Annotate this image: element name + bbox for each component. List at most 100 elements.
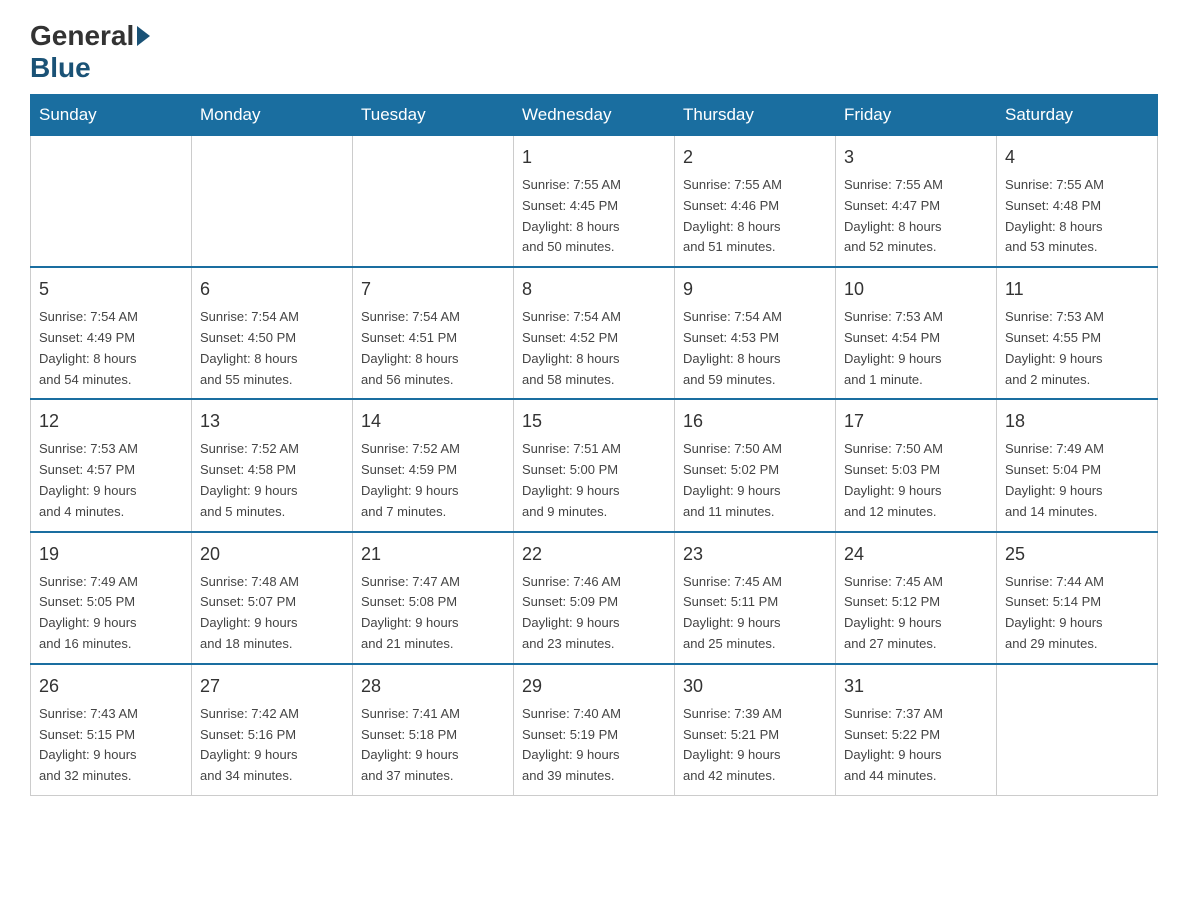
day-info: Sunrise: 7:55 AM Sunset: 4:47 PM Dayligh…	[844, 175, 988, 258]
day-number: 5	[39, 276, 183, 303]
day-number: 14	[361, 408, 505, 435]
calendar-cell: 25Sunrise: 7:44 AM Sunset: 5:14 PM Dayli…	[997, 532, 1158, 664]
day-number: 19	[39, 541, 183, 568]
day-number: 2	[683, 144, 827, 171]
week-row-5: 26Sunrise: 7:43 AM Sunset: 5:15 PM Dayli…	[31, 664, 1158, 796]
calendar-cell: 22 Sunrise: 7:46 AM Sunset: 5:09 PM Dayli…	[514, 532, 675, 664]
logo-triangle-icon	[137, 26, 150, 46]
page-header: General Blue	[30, 20, 1158, 84]
day-info: Sunrise: 7:46 AM Sunset: 5:09 PM Dayligh…	[522, 572, 666, 655]
day-number: 27	[200, 673, 344, 700]
calendar-cell: 31 Sunrise: 7:37 AM Sunset: 5:22 PM Dayli…	[836, 664, 997, 796]
weekday-header-thursday: Thursday	[675, 95, 836, 136]
day-number: 22	[522, 541, 666, 568]
calendar-cell: 15Sunrise: 7:51 AM Sunset: 5:00 PM Dayli…	[514, 399, 675, 531]
day-info: Sunrise: 7:40 AM Sunset: 5:19 PM Dayligh…	[522, 704, 666, 787]
day-info: Sunrise: 7:39 AM Sunset: 5:21 PM Dayligh…	[683, 704, 827, 787]
calendar-cell	[353, 136, 514, 268]
calendar-cell: 6 Sunrise: 7:54 AM Sunset: 4:50 PM Daylig…	[192, 267, 353, 399]
calendar-cell: 1 Sunrise: 7:55 AM Sunset: 4:45 PM Daylig…	[514, 136, 675, 268]
day-info: Sunrise: 7:54 AM Sunset: 4:52 PM Dayligh…	[522, 307, 666, 390]
calendar-cell: 12 Sunrise: 7:53 AM Sunset: 4:57 PM Dayli…	[31, 399, 192, 531]
weekday-header-friday: Friday	[836, 95, 997, 136]
calendar-cell: 2 Sunrise: 7:55 AM Sunset: 4:46 PM Daylig…	[675, 136, 836, 268]
calendar-cell: 13 Sunrise: 7:52 AM Sunset: 4:58 PM Dayli…	[192, 399, 353, 531]
day-number: 10	[844, 276, 988, 303]
calendar-cell: 30 Sunrise: 7:39 AM Sunset: 5:21 PM Dayli…	[675, 664, 836, 796]
day-number: 21	[361, 541, 505, 568]
calendar-cell: 27 Sunrise: 7:42 AM Sunset: 5:16 PM Dayli…	[192, 664, 353, 796]
calendar-cell: 21 Sunrise: 7:47 AM Sunset: 5:08 PM Dayli…	[353, 532, 514, 664]
week-row-3: 12 Sunrise: 7:53 AM Sunset: 4:57 PM Dayli…	[31, 399, 1158, 531]
day-info: Sunrise: 7:45 AM Sunset: 5:12 PM Dayligh…	[844, 572, 988, 655]
calendar-cell: 5 Sunrise: 7:54 AM Sunset: 4:49 PM Daylig…	[31, 267, 192, 399]
calendar-cell: 4 Sunrise: 7:55 AM Sunset: 4:48 PM Daylig…	[997, 136, 1158, 268]
weekday-header-sunday: Sunday	[31, 95, 192, 136]
calendar-cell: 19 Sunrise: 7:49 AM Sunset: 5:05 PM Dayli…	[31, 532, 192, 664]
day-number: 13	[200, 408, 344, 435]
day-info: Sunrise: 7:49 AM Sunset: 5:04 PM Dayligh…	[1005, 439, 1149, 522]
calendar-table: SundayMondayTuesdayWednesdayThursdayFrid…	[30, 94, 1158, 796]
day-number: 30	[683, 673, 827, 700]
day-number: 17	[844, 408, 988, 435]
weekday-header-saturday: Saturday	[997, 95, 1158, 136]
day-info: Sunrise: 7:54 AM Sunset: 4:51 PM Dayligh…	[361, 307, 505, 390]
calendar-cell	[192, 136, 353, 268]
calendar-cell	[31, 136, 192, 268]
day-number: 18	[1005, 408, 1149, 435]
day-info: Sunrise: 7:53 AM Sunset: 4:55 PM Dayligh…	[1005, 307, 1149, 390]
day-info: Sunrise: 7:50 AM Sunset: 5:03 PM Dayligh…	[844, 439, 988, 522]
day-number: 16	[683, 408, 827, 435]
logo-blue: Blue	[30, 52, 91, 83]
day-number: 26	[39, 673, 183, 700]
day-number: 12	[39, 408, 183, 435]
day-number: 31	[844, 673, 988, 700]
logo: General Blue	[30, 20, 153, 84]
calendar-cell: 26Sunrise: 7:43 AM Sunset: 5:15 PM Dayli…	[31, 664, 192, 796]
day-number: 11	[1005, 276, 1149, 303]
day-number: 29	[522, 673, 666, 700]
day-number: 9	[683, 276, 827, 303]
day-info: Sunrise: 7:53 AM Sunset: 4:57 PM Dayligh…	[39, 439, 183, 522]
day-info: Sunrise: 7:52 AM Sunset: 4:59 PM Dayligh…	[361, 439, 505, 522]
day-number: 6	[200, 276, 344, 303]
week-row-4: 19 Sunrise: 7:49 AM Sunset: 5:05 PM Dayli…	[31, 532, 1158, 664]
calendar-cell: 7 Sunrise: 7:54 AM Sunset: 4:51 PM Daylig…	[353, 267, 514, 399]
weekday-header-row: SundayMondayTuesdayWednesdayThursdayFrid…	[31, 95, 1158, 136]
day-info: Sunrise: 7:49 AM Sunset: 5:05 PM Dayligh…	[39, 572, 183, 655]
day-info: Sunrise: 7:50 AM Sunset: 5:02 PM Dayligh…	[683, 439, 827, 522]
day-info: Sunrise: 7:52 AM Sunset: 4:58 PM Dayligh…	[200, 439, 344, 522]
calendar-cell: 24Sunrise: 7:45 AM Sunset: 5:12 PM Dayli…	[836, 532, 997, 664]
calendar-cell: 23 Sunrise: 7:45 AM Sunset: 5:11 PM Dayli…	[675, 532, 836, 664]
day-info: Sunrise: 7:54 AM Sunset: 4:50 PM Dayligh…	[200, 307, 344, 390]
calendar-cell: 8Sunrise: 7:54 AM Sunset: 4:52 PM Daylig…	[514, 267, 675, 399]
day-info: Sunrise: 7:55 AM Sunset: 4:46 PM Dayligh…	[683, 175, 827, 258]
calendar-cell	[997, 664, 1158, 796]
day-number: 7	[361, 276, 505, 303]
day-info: Sunrise: 7:45 AM Sunset: 5:11 PM Dayligh…	[683, 572, 827, 655]
day-info: Sunrise: 7:54 AM Sunset: 4:53 PM Dayligh…	[683, 307, 827, 390]
calendar-cell: 20 Sunrise: 7:48 AM Sunset: 5:07 PM Dayli…	[192, 532, 353, 664]
day-number: 28	[361, 673, 505, 700]
day-number: 3	[844, 144, 988, 171]
day-number: 4	[1005, 144, 1149, 171]
day-number: 15	[522, 408, 666, 435]
day-info: Sunrise: 7:55 AM Sunset: 4:45 PM Dayligh…	[522, 175, 666, 258]
calendar-cell: 17 Sunrise: 7:50 AM Sunset: 5:03 PM Dayli…	[836, 399, 997, 531]
day-number: 1	[522, 144, 666, 171]
week-row-1: 1 Sunrise: 7:55 AM Sunset: 4:45 PM Daylig…	[31, 136, 1158, 268]
week-row-2: 5 Sunrise: 7:54 AM Sunset: 4:49 PM Daylig…	[31, 267, 1158, 399]
day-number: 20	[200, 541, 344, 568]
calendar-cell: 29 Sunrise: 7:40 AM Sunset: 5:19 PM Dayli…	[514, 664, 675, 796]
day-info: Sunrise: 7:55 AM Sunset: 4:48 PM Dayligh…	[1005, 175, 1149, 258]
day-info: Sunrise: 7:41 AM Sunset: 5:18 PM Dayligh…	[361, 704, 505, 787]
day-number: 23	[683, 541, 827, 568]
day-info: Sunrise: 7:47 AM Sunset: 5:08 PM Dayligh…	[361, 572, 505, 655]
day-info: Sunrise: 7:48 AM Sunset: 5:07 PM Dayligh…	[200, 572, 344, 655]
day-number: 25	[1005, 541, 1149, 568]
day-info: Sunrise: 7:42 AM Sunset: 5:16 PM Dayligh…	[200, 704, 344, 787]
day-info: Sunrise: 7:54 AM Sunset: 4:49 PM Dayligh…	[39, 307, 183, 390]
weekday-header-monday: Monday	[192, 95, 353, 136]
day-info: Sunrise: 7:53 AM Sunset: 4:54 PM Dayligh…	[844, 307, 988, 390]
day-info: Sunrise: 7:37 AM Sunset: 5:22 PM Dayligh…	[844, 704, 988, 787]
